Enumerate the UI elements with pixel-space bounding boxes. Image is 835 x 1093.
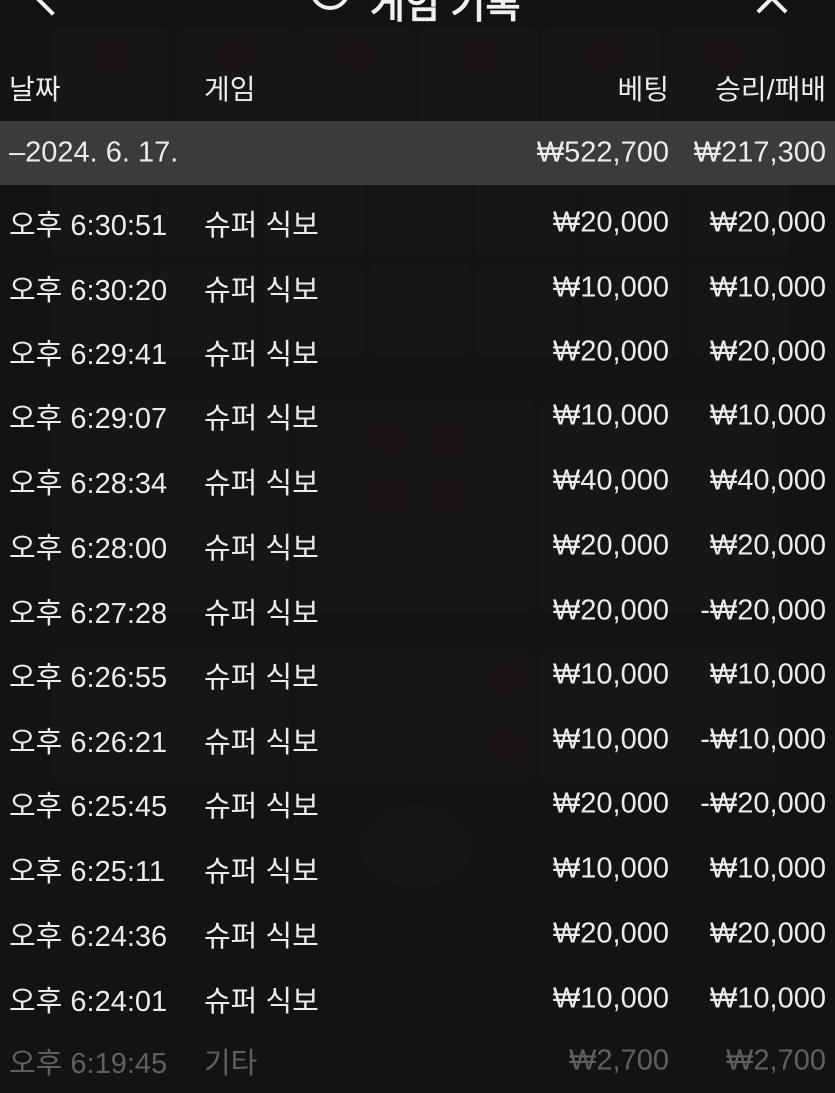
table-row[interactable]: 오후 6:26:21 슈퍼 식보 ₩10,000 -₩10,000 [0, 708, 835, 772]
table-row[interactable]: 오후 6:29:41 슈퍼 식보 ₩20,000 ₩20,000 [0, 320, 835, 384]
table-row[interactable]: 오후 6:28:00 슈퍼 식보 ₩20,000 ₩20,000 [0, 514, 835, 578]
row-game: 슈퍼 식보 [204, 921, 319, 953]
row-bet: ₩10,000 [552, 399, 669, 432]
row-result: ₩20,000 [709, 335, 826, 368]
row-bet: ₩20,000 [552, 917, 669, 950]
row-result: -₩10,000 [700, 723, 826, 756]
row-result: ₩20,000 [709, 529, 826, 562]
row-bet: ₩20,000 [552, 787, 669, 820]
row-bet: ₩20,000 [552, 529, 669, 562]
table-row[interactable]: 오후 6:19:45 기타 ₩2,700 ₩2,700 [0, 1029, 835, 1093]
row-result: -₩20,000 [700, 787, 826, 820]
history-header: 게임 기록 [0, 0, 835, 24]
column-header-bet: 베팅 [617, 74, 669, 105]
row-game: 슈퍼 식보 [204, 598, 319, 630]
row-time: 오후 6:28:00 [9, 533, 168, 565]
row-bet: ₩20,000 [552, 594, 669, 627]
date-group-label: –2024. 6. 17. [9, 136, 179, 169]
row-time: 오후 6:30:51 [9, 210, 168, 242]
row-time: 오후 6:29:07 [9, 403, 168, 435]
row-result: ₩10,000 [709, 982, 826, 1015]
row-bet: ₩20,000 [552, 206, 669, 239]
row-time: 오후 6:24:01 [9, 986, 168, 1018]
row-game: 슈퍼 식보 [204, 791, 319, 823]
row-bet: ₩40,000 [552, 464, 669, 497]
table-row[interactable]: 오후 6:30:20 슈퍼 식보 ₩10,000 ₩10,000 [0, 256, 835, 320]
row-time: 오후 6:26:55 [9, 662, 168, 694]
row-game: 슈퍼 식보 [204, 468, 319, 500]
row-time: 오후 6:27:28 [9, 598, 168, 630]
row-result: ₩2,700 [726, 1044, 826, 1077]
game-history-panel: 게임 기록 날짜 게임 베팅 승리/패배 –2024. 6. 17. ₩522,… [0, 0, 835, 1093]
row-bet: ₩10,000 [552, 271, 669, 304]
row-bet: ₩20,000 [552, 335, 669, 368]
row-bet: ₩10,000 [552, 852, 669, 885]
row-time: 오후 6:24:36 [9, 921, 168, 953]
row-time: 오후 6:30:20 [9, 275, 168, 307]
column-header-result: 승리/패배 [715, 74, 826, 105]
row-result: ₩40,000 [709, 464, 826, 497]
date-group-result-total: ₩217,300 [693, 136, 826, 169]
row-game: 슈퍼 식보 [204, 986, 319, 1018]
history-icon [310, 0, 350, 10]
row-result: ₩20,000 [709, 917, 826, 950]
table-row[interactable]: 오후 6:28:34 슈퍼 식보 ₩40,000 ₩40,000 [0, 449, 835, 513]
row-game: 슈퍼 식보 [204, 339, 319, 371]
row-result: ₩10,000 [709, 399, 826, 432]
page-title: 게임 기록 [370, 0, 521, 24]
row-result: ₩10,000 [709, 852, 826, 885]
row-result: ₩10,000 [709, 271, 826, 304]
row-game: 슈퍼 식보 [204, 533, 319, 565]
table-header: 날짜 게임 베팅 승리/패배 [0, 56, 835, 120]
table-row[interactable]: 오후 6:30:51 슈퍼 식보 ₩20,000 ₩20,000 [0, 191, 835, 255]
close-icon[interactable] [752, 0, 792, 18]
row-time: 오후 6:25:11 [9, 856, 166, 888]
row-bet: ₩2,700 [569, 1044, 669, 1077]
row-time: 오후 6:19:45 [9, 1048, 168, 1080]
table-row[interactable]: 오후 6:24:01 슈퍼 식보 ₩10,000 ₩10,000 [0, 967, 835, 1031]
row-result: ₩20,000 [709, 206, 826, 239]
row-bet: ₩10,000 [552, 658, 669, 691]
row-time: 오후 6:26:21 [9, 727, 168, 759]
row-result: -₩20,000 [700, 594, 826, 627]
table-row[interactable]: 오후 6:27:28 슈퍼 식보 ₩20,000 -₩20,000 [0, 579, 835, 643]
table-row[interactable]: 오후 6:29:07 슈퍼 식보 ₩10,000 ₩10,000 [0, 384, 835, 448]
table-row[interactable]: 오후 6:26:55 슈퍼 식보 ₩10,000 ₩10,000 [0, 643, 835, 707]
row-game: 기타 [204, 1048, 258, 1080]
table-row[interactable]: 오후 6:24:36 슈퍼 식보 ₩20,000 ₩20,000 [0, 902, 835, 966]
date-group-bet-total: ₩522,700 [536, 136, 669, 169]
chevron-left-icon[interactable] [32, 0, 72, 16]
row-result: ₩10,000 [709, 658, 826, 691]
date-group-row[interactable]: –2024. 6. 17. ₩522,700 ₩217,300 [0, 121, 835, 185]
column-header-date: 날짜 [9, 74, 61, 105]
column-header-game: 게임 [204, 74, 256, 105]
row-game: 슈퍼 식보 [204, 662, 319, 694]
row-game: 슈퍼 식보 [204, 727, 319, 759]
row-bet: ₩10,000 [552, 982, 669, 1015]
row-bet: ₩10,000 [552, 723, 669, 756]
table-row[interactable]: 오후 6:25:11 슈퍼 식보 ₩10,000 ₩10,000 [0, 837, 835, 901]
row-time: 오후 6:25:45 [9, 791, 168, 823]
row-game: 슈퍼 식보 [204, 275, 319, 307]
row-game: 슈퍼 식보 [204, 856, 319, 888]
row-time: 오후 6:29:41 [9, 339, 168, 371]
row-time: 오후 6:28:34 [9, 468, 168, 500]
row-game: 슈퍼 식보 [204, 210, 319, 242]
table-row[interactable]: 오후 6:25:45 슈퍼 식보 ₩20,000 -₩20,000 [0, 772, 835, 836]
row-game: 슈퍼 식보 [204, 403, 319, 435]
